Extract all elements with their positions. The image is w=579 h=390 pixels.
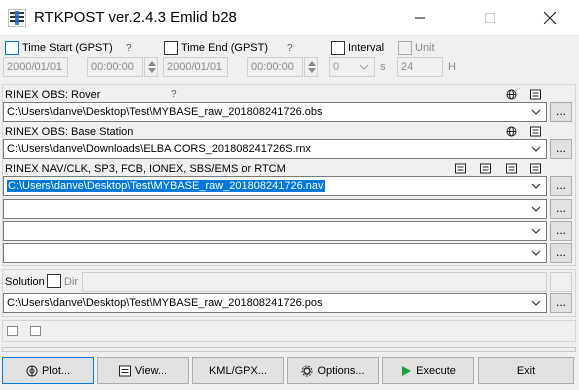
chevron-down-icon <box>531 206 541 212</box>
interval-select[interactable]: 0 <box>329 57 375 77</box>
globe-icon[interactable] <box>506 89 517 100</box>
solution-browse-button[interactable]: ... <box>550 293 572 313</box>
play-icon <box>402 365 412 376</box>
gear-icon <box>301 365 313 376</box>
unit-unit: H <box>448 61 456 73</box>
options-button[interactable]: Options... <box>287 357 379 384</box>
start-time-input[interactable]: 00:00:00 <box>87 57 143 77</box>
view-button[interactable]: View... <box>97 357 189 384</box>
unit-input[interactable]: 24 <box>397 57 443 77</box>
unit-checkbox[interactable] <box>398 41 412 55</box>
nav-file-select-3[interactable] <box>3 221 547 241</box>
chevron-down-icon <box>531 228 541 234</box>
minimize-icon <box>415 17 425 19</box>
unit-label: Unit <box>415 42 435 54</box>
base-obs-select[interactable]: C:\Users\danve\Downloads\ELBA CORS_20180… <box>3 139 547 159</box>
rover-obs-select[interactable]: C:\Users\danve\Desktop\Test\MYBASE_raw_2… <box>3 102 547 122</box>
maximize-icon <box>485 13 495 23</box>
nav-browse-button-3[interactable]: ... <box>550 221 572 241</box>
minimize-button[interactable] <box>397 0 443 36</box>
nav-file-select-4[interactable] <box>3 243 547 263</box>
chevron-down-icon <box>531 146 541 152</box>
solution-dir-browse-button[interactable] <box>550 272 572 292</box>
message-panel <box>2 320 576 342</box>
end-time-input[interactable]: 00:00:00 <box>247 57 303 77</box>
plot-button[interactable]: Plot... <box>2 357 94 384</box>
interval-label: Interval <box>348 42 385 54</box>
solution-dir-label: Dir <box>64 276 79 288</box>
interval-checkbox[interactable] <box>331 41 345 55</box>
exit-button[interactable]: Exit <box>478 357 574 384</box>
rover-label: RINEX OBS: Rover <box>5 89 101 101</box>
message-indicator-2 <box>30 326 41 336</box>
kml-gpx-button[interactable]: KML/GPX... <box>192 357 284 384</box>
nav-label: RINEX NAV/CLK, SP3, FCB, IONEX, SBS/EMS … <box>5 163 286 175</box>
nav-file-select-2[interactable] <box>3 199 547 219</box>
app-icon <box>8 9 26 27</box>
interval-unit: s <box>380 61 386 73</box>
rover-help[interactable]: ? <box>171 89 177 100</box>
end-date-input[interactable]: 2000/01/01 <box>163 57 228 77</box>
solution-label: Solution <box>5 276 45 288</box>
time-start-checkbox[interactable] <box>5 41 19 55</box>
globe-icon[interactable] <box>506 126 517 137</box>
solution-dir-checkbox[interactable] <box>47 274 61 288</box>
window-title: RTKPOST ver.2.4.3 Emlid b28 <box>34 9 237 26</box>
base-label: RINEX OBS: Base Station <box>5 126 134 138</box>
chevron-down-icon <box>531 300 541 306</box>
execute-button[interactable]: Execute <box>382 357 474 384</box>
solution-file-select[interactable]: C:\Users\danve\Desktop\Test\MYBASE_raw_2… <box>3 293 547 313</box>
time-end-help[interactable]: ? <box>287 43 293 54</box>
nav-browse-button-1[interactable]: ... <box>550 176 572 196</box>
text-view-icon[interactable] <box>530 126 541 137</box>
text-view-icon[interactable] <box>455 163 466 174</box>
nav-file-select-1[interactable]: C:\Users\danve\Desktop\Test\MYBASE_raw_2… <box>3 176 547 196</box>
text-view-icon[interactable] <box>480 163 491 174</box>
time-start-label: Time Start (GPST) <box>22 42 113 54</box>
start-time-spinner[interactable] <box>144 57 158 77</box>
text-view-icon[interactable] <box>530 89 541 100</box>
nav-browse-button-4[interactable]: ... <box>550 243 572 263</box>
time-start-help[interactable]: ? <box>126 43 132 54</box>
base-browse-button[interactable]: ... <box>550 139 572 159</box>
time-end-checkbox[interactable] <box>164 41 178 55</box>
close-button[interactable] <box>527 0 573 36</box>
chevron-down-icon <box>531 250 541 256</box>
nav-browse-button-2[interactable]: ... <box>550 199 572 219</box>
title-bar: RTKPOST ver.2.4.3 Emlid b28 <box>0 0 579 36</box>
chevron-down-icon <box>531 183 541 189</box>
plot-icon <box>26 365 38 376</box>
solution-dir-input[interactable] <box>82 272 547 292</box>
chevron-down-icon <box>359 64 369 70</box>
message-indicator-1 <box>7 326 18 336</box>
close-icon <box>543 11 557 25</box>
text-view-icon[interactable] <box>506 163 517 174</box>
text-view-icon <box>118 365 131 376</box>
text-view-icon[interactable] <box>530 163 541 174</box>
end-time-spinner[interactable] <box>304 57 318 77</box>
maximize-button[interactable] <box>467 0 513 36</box>
progress-bar <box>2 347 576 352</box>
time-end-label: Time End (GPST) <box>181 42 268 54</box>
chevron-down-icon <box>531 109 541 115</box>
start-date-input[interactable]: 2000/01/01 <box>3 57 68 77</box>
rover-browse-button[interactable]: ... <box>550 102 572 122</box>
